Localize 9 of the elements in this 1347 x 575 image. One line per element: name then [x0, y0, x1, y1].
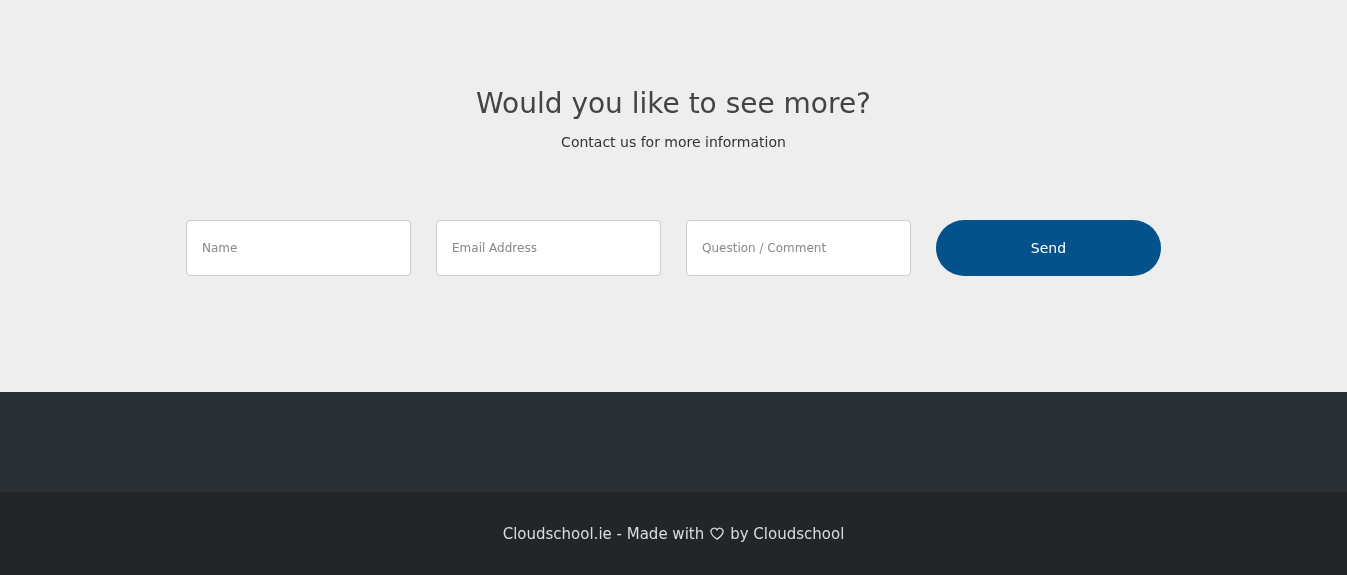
footer-text: Cloudschool.ie - Made with	[502, 524, 705, 543]
input-field[interactable]: Name	[186, 220, 411, 276]
section-title: Would you like to see more?	[476, 86, 871, 122]
send-button[interactable]: Send	[936, 220, 1161, 276]
heart-icon	[709, 526, 726, 541]
section-subtitle: Contact us for more information	[561, 133, 786, 152]
input-field[interactable]: Question / Comment	[686, 220, 911, 276]
input-field[interactable]: Email Address	[436, 220, 661, 276]
footer-text: by Cloudschool	[730, 524, 845, 543]
